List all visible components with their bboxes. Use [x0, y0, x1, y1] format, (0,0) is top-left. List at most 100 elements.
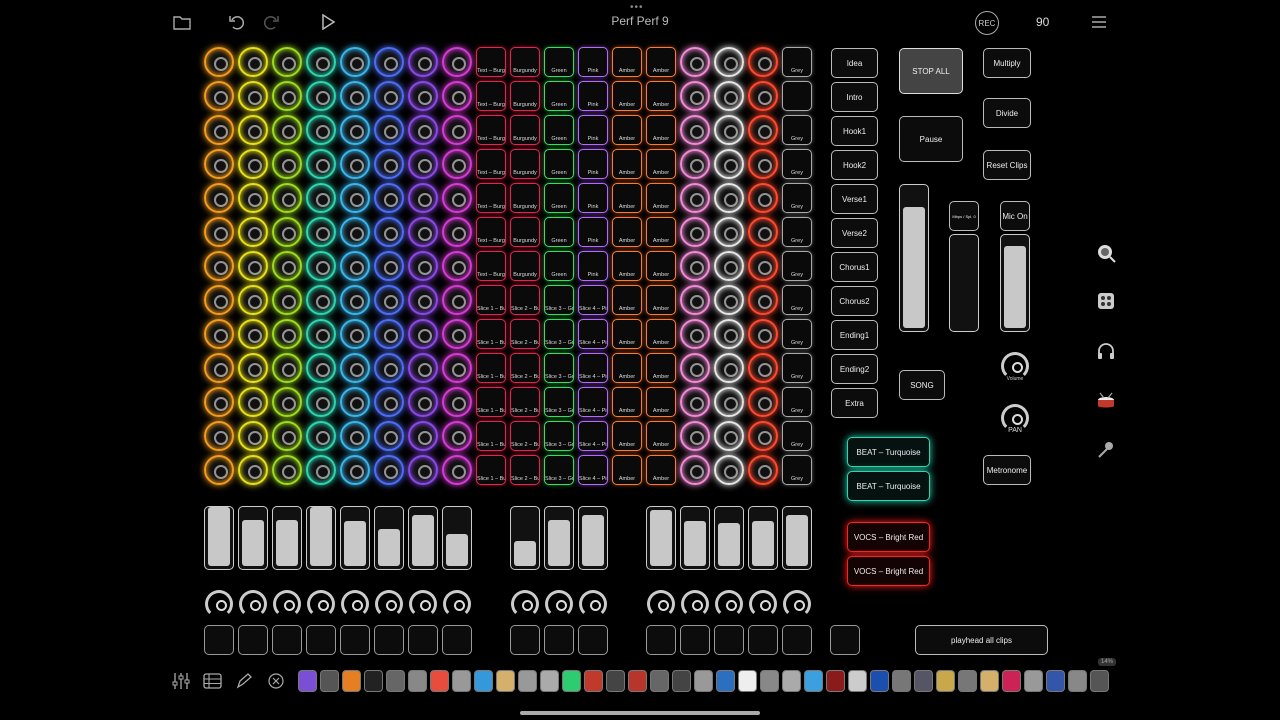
channel-pan-knob[interactable]: [715, 590, 743, 618]
app-icon[interactable]: [870, 670, 889, 692]
clip-slot[interactable]: Amber: [612, 251, 642, 281]
clip-slot[interactable]: Amber: [612, 47, 642, 77]
clip-slot[interactable]: Green: [544, 251, 574, 281]
clip-slot[interactable]: [408, 217, 438, 247]
clip-slot[interactable]: [680, 319, 710, 349]
app-icon[interactable]: [408, 670, 427, 692]
clip-slot[interactable]: [748, 387, 778, 417]
clip-slot[interactable]: [340, 319, 370, 349]
channel-stop-button[interactable]: [646, 625, 676, 655]
clip-slot[interactable]: [374, 421, 404, 451]
clip-slot[interactable]: [714, 81, 744, 111]
channel-pan-knob[interactable]: [205, 590, 233, 618]
channel-stop-button[interactable]: [340, 625, 370, 655]
clip-slot[interactable]: Amber: [612, 319, 642, 349]
app-icon[interactable]: [892, 670, 911, 692]
clip-slot[interactable]: [408, 319, 438, 349]
clip-slot[interactable]: [204, 81, 234, 111]
clip-slot[interactable]: Pink: [578, 251, 608, 281]
app-icon[interactable]: [540, 670, 559, 692]
clip-slot[interactable]: [204, 387, 234, 417]
channel-fader[interactable]: [714, 506, 744, 570]
clip-slot[interactable]: [306, 455, 336, 485]
clip-slot[interactable]: [442, 47, 472, 77]
clip-slot[interactable]: [238, 421, 268, 451]
clip-slot[interactable]: [408, 183, 438, 213]
channel-fader[interactable]: [578, 506, 608, 570]
scene-button[interactable]: Hook2: [831, 150, 878, 180]
clip-slot[interactable]: [782, 81, 812, 111]
clip-slot[interactable]: Slice 2 – Bu: [510, 421, 540, 451]
clip-slot[interactable]: [238, 217, 268, 247]
channel-stop-button[interactable]: [306, 625, 336, 655]
scene-button[interactable]: Extra: [831, 388, 878, 418]
clip-slot[interactable]: Slice 3 – Gr: [544, 319, 574, 349]
channel-stop-button[interactable]: [782, 625, 812, 655]
microphone-icon[interactable]: [1096, 440, 1116, 460]
scene-button[interactable]: Ending2: [831, 354, 878, 384]
clip-slot[interactable]: [680, 115, 710, 145]
clip-slot[interactable]: Slice 2 – Bu: [510, 455, 540, 485]
clip-slot[interactable]: [340, 183, 370, 213]
drum-icon[interactable]: [1096, 391, 1116, 411]
clip-slot[interactable]: Slice 1 – Bu: [476, 455, 506, 485]
clip-slot[interactable]: Slice 3 – Gr: [544, 455, 574, 485]
clip-slot[interactable]: [714, 353, 744, 383]
clip-slot[interactable]: [374, 183, 404, 213]
clip-slot[interactable]: Burgundy: [510, 217, 540, 247]
clip-slot[interactable]: [374, 319, 404, 349]
input-fader[interactable]: [949, 234, 979, 332]
clip-slot[interactable]: Grey: [782, 421, 812, 451]
app-icon[interactable]: [298, 670, 317, 692]
clip-slot[interactable]: [204, 319, 234, 349]
app-icon[interactable]: [782, 670, 801, 692]
channel-stop-button[interactable]: [442, 625, 472, 655]
scene-stop-button[interactable]: [830, 625, 860, 655]
clip-slot[interactable]: [408, 387, 438, 417]
clip-slot[interactable]: Slice 2 – Bu: [510, 319, 540, 349]
clip-slot[interactable]: Slice 4 – Pin: [578, 455, 608, 485]
scene-button[interactable]: Verse1: [831, 184, 878, 214]
clip-slot[interactable]: [306, 353, 336, 383]
clip-slot[interactable]: Amber: [612, 81, 642, 111]
clip-slot[interactable]: [408, 285, 438, 315]
clip-slot[interactable]: [238, 183, 268, 213]
clip-slot[interactable]: [680, 183, 710, 213]
clip-slot[interactable]: [374, 81, 404, 111]
clip-slot[interactable]: [204, 251, 234, 281]
clip-slot[interactable]: Text – Burg: [476, 251, 506, 281]
channel-fader[interactable]: [204, 506, 234, 570]
clip-slot[interactable]: Amber: [612, 149, 642, 179]
clip-slot[interactable]: [748, 421, 778, 451]
clip-slot[interactable]: Slice 4 – Pin: [578, 319, 608, 349]
clip-slot[interactable]: Slice 2 – Bu: [510, 285, 540, 315]
mic-fader[interactable]: [1000, 234, 1030, 332]
clip-slot[interactable]: [408, 251, 438, 281]
scene-button[interactable]: Verse2: [831, 218, 878, 248]
channel-fader[interactable]: [680, 506, 710, 570]
scene-button[interactable]: Chorus1: [831, 252, 878, 282]
clip-slot[interactable]: [442, 455, 472, 485]
clip-slot[interactable]: [340, 455, 370, 485]
app-icon[interactable]: [914, 670, 933, 692]
channel-pan-knob[interactable]: [681, 590, 709, 618]
clip-slot[interactable]: [748, 251, 778, 281]
clip-slot[interactable]: [272, 149, 302, 179]
clip-slot[interactable]: [238, 115, 268, 145]
app-icon[interactable]: [1002, 670, 1021, 692]
clip-slot[interactable]: [714, 183, 744, 213]
clip-slot[interactable]: [408, 115, 438, 145]
clip-slot[interactable]: Text – Burg: [476, 149, 506, 179]
clip-slot[interactable]: [442, 285, 472, 315]
clip-slot[interactable]: [306, 183, 336, 213]
clip-slot[interactable]: Amber: [646, 81, 676, 111]
clip-slot[interactable]: [714, 421, 744, 451]
clip-slot[interactable]: [238, 319, 268, 349]
clip-slot[interactable]: [238, 81, 268, 111]
clip-slot[interactable]: [340, 81, 370, 111]
clip-slot[interactable]: [714, 251, 744, 281]
clip-slot[interactable]: [714, 455, 744, 485]
clip-slot[interactable]: [748, 183, 778, 213]
channel-pan-knob[interactable]: [341, 590, 369, 618]
clip-slot[interactable]: [374, 353, 404, 383]
